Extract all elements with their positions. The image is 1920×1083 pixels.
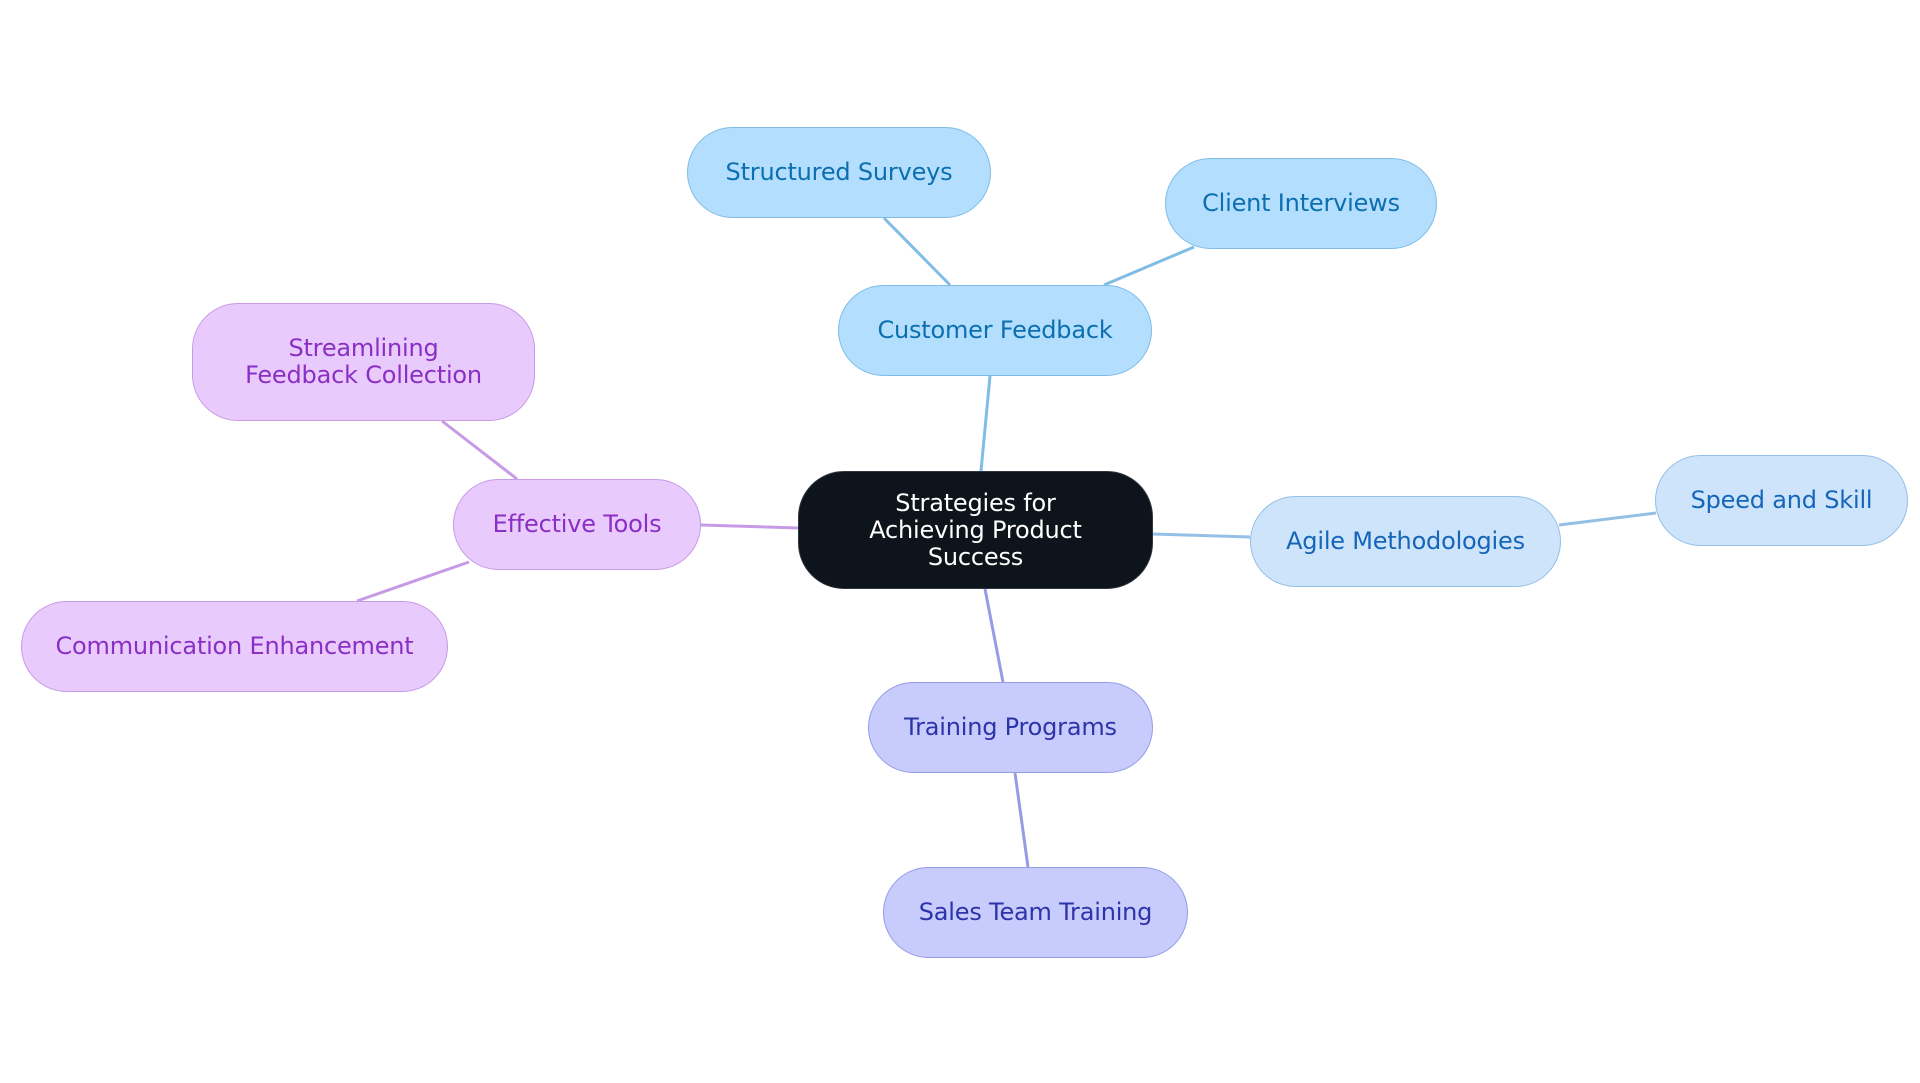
- root-node-label: Strategies for Achieving Product Success: [869, 488, 1082, 571]
- root-node[interactable]: Strategies for Achieving Product Success: [798, 471, 1153, 589]
- node-effective-tools[interactable]: Effective Tools: [453, 479, 701, 570]
- node-speed-and-skill[interactable]: Speed and Skill: [1655, 455, 1908, 546]
- node-sales-team-training-label: Sales Team Training: [918, 898, 1153, 926]
- node-structured-surveys[interactable]: Structured Surveys: [687, 127, 991, 218]
- node-streamlining-feedback-collection-label: Streamlining Feedback Collection: [245, 334, 482, 389]
- edge-root-customer-feedback: [979, 375, 992, 472]
- edge-root-effective-tools: [700, 523, 799, 530]
- node-streamlining-feedback-collection[interactable]: Streamlining Feedback Collection: [192, 303, 535, 421]
- node-training-programs[interactable]: Training Programs: [868, 682, 1153, 773]
- node-training-programs-label: Training Programs: [904, 713, 1117, 741]
- node-customer-feedback[interactable]: Customer Feedback: [838, 285, 1152, 376]
- edge-root-training-programs: [983, 588, 1005, 683]
- node-client-interviews-label: Client Interviews: [1202, 189, 1400, 217]
- node-effective-tools-label: Effective Tools: [492, 510, 662, 538]
- node-agile-methodologies-label: Agile Methodologies: [1286, 527, 1525, 555]
- edge-agile-speed-and-skill: [1558, 511, 1657, 527]
- edge-training-sales-team: [1013, 772, 1030, 868]
- edge-root-agile-methodologies: [1152, 532, 1251, 539]
- node-communication-enhancement-label: Communication Enhancement: [55, 632, 414, 660]
- node-customer-feedback-label: Customer Feedback: [877, 316, 1113, 344]
- node-speed-and-skill-label: Speed and Skill: [1690, 486, 1873, 514]
- edge-customer-feedback-structured-surveys: [882, 216, 952, 287]
- edge-customer-feedback-client-interviews: [1103, 245, 1195, 287]
- node-communication-enhancement[interactable]: Communication Enhancement: [21, 601, 448, 692]
- node-sales-team-training[interactable]: Sales Team Training: [883, 867, 1188, 958]
- node-agile-methodologies[interactable]: Agile Methodologies: [1250, 496, 1561, 587]
- edge-tools-streamlining: [441, 419, 518, 481]
- edge-tools-communication: [356, 560, 470, 603]
- node-client-interviews[interactable]: Client Interviews: [1165, 158, 1437, 249]
- node-structured-surveys-label: Structured Surveys: [725, 158, 953, 186]
